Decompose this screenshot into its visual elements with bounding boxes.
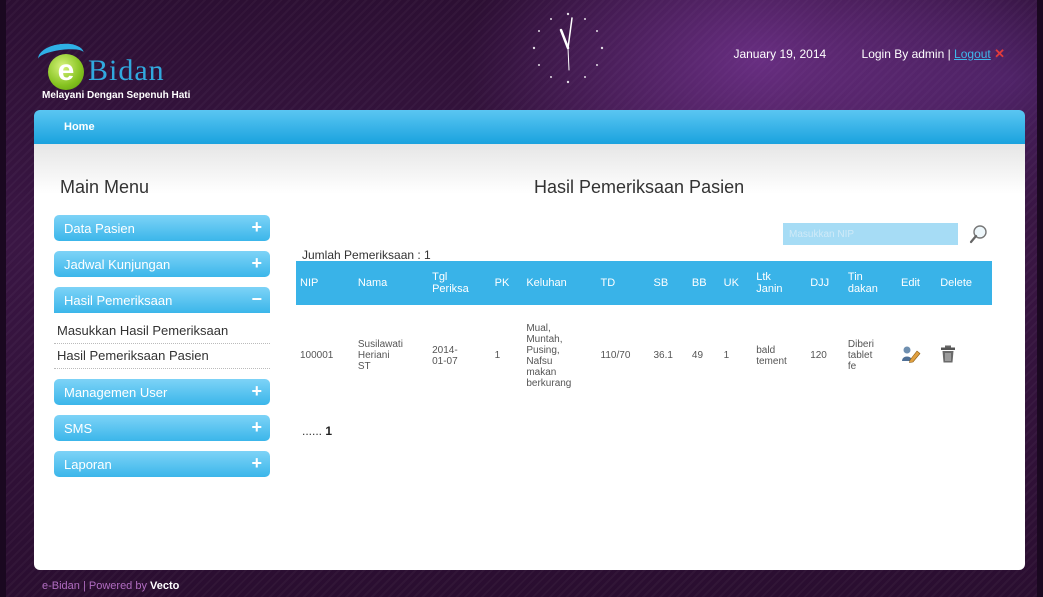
- logo-tagline: Melayani Dengan Sepenuh Hati: [42, 90, 191, 101]
- collapse-minus-icon: −: [251, 289, 262, 309]
- column-header: SB: [649, 261, 688, 305]
- results-table: NIP Nama Tgl Periksa PK Keluhan TD SB BB…: [296, 261, 992, 406]
- submenu-hasil-pemeriksaan-pasien[interactable]: Hasil Pemeriksaan Pasien: [54, 346, 270, 369]
- column-header: Ltk Janin: [752, 261, 807, 305]
- expand-plus-icon: +: [251, 453, 262, 473]
- logo-e-icon: e: [48, 54, 84, 90]
- column-header-text: Ltk Janin: [756, 271, 783, 295]
- cell-text: Mual, Muntah, Pusing, Nafsu makan berkur…: [526, 322, 572, 389]
- sidebar-item-data-pasien[interactable]: Data Pasien +: [54, 215, 270, 241]
- search-nip-input[interactable]: [783, 223, 958, 245]
- edit-icon[interactable]: [901, 345, 921, 363]
- header-user-area: January 19, 2014 Login By admin | Logout…: [733, 46, 1005, 62]
- sidebar-item-label: Data Pasien: [64, 221, 135, 236]
- table-row: 100001 Susilawati Heriani ST 2014- 01-07…: [296, 305, 992, 406]
- panel-shade: [34, 144, 1025, 194]
- column-header: Edit: [897, 261, 937, 305]
- cell-keluhan: Mual, Muntah, Pusing, Nafsu makan berkur…: [522, 305, 596, 406]
- column-header: DJJ: [806, 261, 844, 305]
- sidebar-item-laporan[interactable]: Laporan +: [54, 451, 270, 477]
- pagination: ...... 1: [302, 424, 332, 438]
- cell-text: 2014- 01-07: [432, 344, 458, 367]
- clock-icon: [532, 12, 604, 84]
- sidebar-item-label: Jadwal Kunjungan: [64, 257, 171, 272]
- column-header: Delete: [936, 261, 992, 305]
- submenu-masukkan-hasil-pemeriksaan[interactable]: Masukkan Hasil Pemeriksaan: [54, 321, 270, 344]
- sidebar-item-label: Managemen User: [64, 385, 168, 400]
- page-title: Hasil Pemeriksaan Pasien: [534, 177, 745, 197]
- sidebar-item-jadwal-kunjungan[interactable]: Jadwal Kunjungan +: [54, 251, 270, 277]
- column-header: Tin dakan: [843, 261, 898, 305]
- cell-nip: 100001: [300, 350, 334, 361]
- column-header: NIP: [296, 261, 354, 305]
- cell-tindakan: Diberi tablet fe: [844, 305, 897, 406]
- footer: e-Bidan | Powered by Vecto: [42, 580, 179, 592]
- expand-plus-icon: +: [251, 217, 262, 237]
- column-header: Tgl Periksa: [428, 261, 491, 305]
- cell-tgl-periksa: 2014- 01-07: [428, 305, 491, 406]
- sidebar-title: Main Menu: [60, 177, 150, 197]
- logout-link[interactable]: Logout: [954, 47, 991, 61]
- nav-home-link[interactable]: Home: [64, 121, 95, 133]
- cell-text: Susilawati Heriani ST: [357, 339, 403, 372]
- page-link-current[interactable]: 1: [325, 424, 332, 438]
- content-panel: Main Menu Data Pasien + Jadwal Kunjungan…: [34, 144, 1025, 570]
- top-nav-bar: Home: [34, 110, 1025, 144]
- sidebar-menu: Data Pasien + Jadwal Kunjungan + Hasil P…: [54, 215, 270, 487]
- cell-text: Diberi tablet fe: [847, 339, 875, 372]
- cell-ltk-janin: bald tement: [752, 305, 806, 406]
- column-header: UK: [719, 261, 753, 305]
- column-header: PK: [490, 261, 523, 305]
- cell-uk: 1: [723, 350, 730, 361]
- expand-plus-icon: +: [251, 417, 262, 437]
- current-date: January 19, 2014: [733, 47, 827, 61]
- sidebar-item-label: Laporan: [64, 457, 112, 472]
- app-logo[interactable]: e Bidan Melayani Dengan Sepenuh Hati: [36, 40, 260, 105]
- sidebar-item-managemen-user[interactable]: Managemen User +: [54, 379, 270, 405]
- sidebar-item-hasil-pemeriksaan[interactable]: Hasil Pemeriksaan −: [54, 287, 270, 313]
- logo-name: Bidan: [88, 54, 165, 87]
- cell-sb: 36.1: [653, 350, 673, 361]
- login-info: Login By admin |: [861, 47, 951, 61]
- footer-brand[interactable]: Vecto: [150, 580, 179, 592]
- sidebar-item-label: SMS: [64, 421, 93, 436]
- column-header: Nama: [353, 261, 429, 305]
- column-header-text: Tin dakan: [847, 271, 878, 295]
- search-icon[interactable]: [969, 224, 989, 244]
- sidebar-item-sms[interactable]: SMS +: [54, 415, 270, 441]
- expand-plus-icon: +: [251, 253, 262, 273]
- column-header: TD: [596, 261, 650, 305]
- examination-count: Jumlah Pemeriksaan : 1: [302, 248, 431, 262]
- trash-icon[interactable]: [940, 345, 956, 363]
- cell-edit: [897, 305, 936, 406]
- column-header: Keluhan: [522, 261, 597, 305]
- expand-plus-icon: +: [251, 381, 262, 401]
- pager-ellipsis: ......: [302, 424, 323, 438]
- cell-td: 110/70: [600, 350, 631, 361]
- cell-text: bald tement: [756, 344, 787, 367]
- cell-djj: 120: [810, 350, 827, 361]
- cell-delete: [936, 305, 992, 406]
- cell-bb: 49: [691, 350, 704, 361]
- cell-nama: Susilawati Heriani ST: [354, 305, 428, 406]
- footer-text: e-Bidan | Powered by: [42, 580, 147, 592]
- sidebar-submenu: Masukkan Hasil Pemeriksaan Hasil Pemerik…: [54, 321, 270, 369]
- column-header-text: Tgl Periksa: [432, 271, 469, 295]
- column-header: BB: [687, 261, 720, 305]
- logout-close-icon[interactable]: ✕: [994, 46, 1005, 61]
- sidebar-item-label: Hasil Pemeriksaan: [64, 293, 173, 308]
- cell-pk: 1: [494, 350, 501, 361]
- table-header-row: NIP Nama Tgl Periksa PK Keluhan TD SB BB…: [296, 261, 992, 305]
